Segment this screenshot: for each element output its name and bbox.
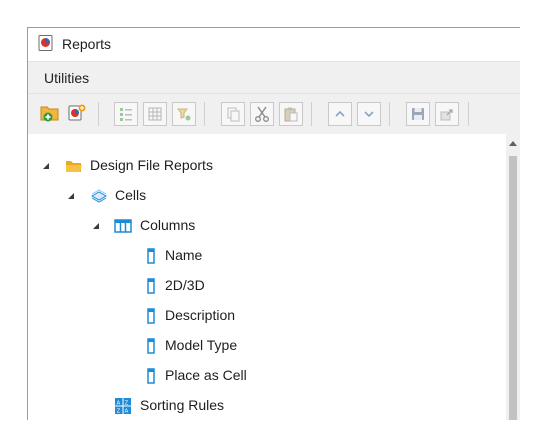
expanded-arrow-icon[interactable]	[41, 161, 51, 171]
new-report-button[interactable]	[65, 101, 89, 125]
tree-node-label: Sorting Rules	[140, 397, 225, 413]
column-icon	[147, 308, 155, 324]
move-up-button[interactable]	[328, 102, 352, 126]
menu-utilities[interactable]: Utilities	[44, 70, 89, 86]
chevron-up-icon	[335, 110, 345, 117]
tree-node-cells[interactable]: Cells	[28, 185, 506, 207]
export-button[interactable]	[435, 102, 459, 126]
toolbar-separator	[98, 102, 99, 126]
paste-button[interactable]	[279, 102, 303, 126]
tree-node-sorting-rules[interactable]: A Z Z A Sorting Rules	[28, 395, 506, 417]
tree-node-column-place-as-cell[interactable]: Place as Cell	[28, 365, 506, 387]
column-icon	[147, 278, 155, 294]
toolbar-separator	[468, 102, 469, 126]
tree-node-columns[interactable]: Columns	[28, 215, 506, 237]
scissors-icon	[255, 106, 269, 122]
tree-node-column-model-type[interactable]: Model Type	[28, 335, 506, 357]
tree-node-label: Cells	[115, 187, 147, 203]
scroll-up-arrow-icon[interactable]	[509, 140, 517, 146]
move-down-button[interactable]	[357, 102, 381, 126]
column-icon	[147, 368, 155, 384]
tree-node-label: 2D/3D	[165, 277, 205, 293]
tree-node-label: Place as Cell	[165, 367, 247, 383]
svg-text:A: A	[125, 409, 129, 415]
toolbar-separator	[204, 102, 205, 126]
tree-node-column-description[interactable]: Description	[28, 305, 506, 327]
svg-text:Z: Z	[125, 401, 129, 407]
paste-icon	[284, 107, 298, 122]
export-icon	[440, 109, 453, 121]
tree-node-label: Columns	[140, 217, 196, 233]
save-icon	[412, 108, 424, 120]
copy-button[interactable]	[221, 102, 245, 126]
sorting-rules-icon: A Z Z A	[115, 398, 131, 415]
tree-node-design-file-reports[interactable]: Design File Reports	[28, 155, 506, 177]
column-icon	[147, 248, 155, 264]
filter-icon	[177, 108, 191, 121]
filter-button[interactable]	[172, 102, 196, 126]
add-folder-button[interactable]	[38, 101, 62, 125]
list-view-button[interactable]	[114, 102, 138, 126]
report-tree: Design File Reports Cells Columns Name 2…	[28, 134, 506, 420]
svg-text:A: A	[117, 401, 121, 407]
tree-node-label: Name	[165, 247, 203, 263]
menu-bar: Utilities	[28, 61, 520, 94]
vertical-scrollbar[interactable]	[506, 134, 520, 420]
window-title: Reports	[62, 36, 112, 52]
save-button[interactable]	[406, 102, 430, 126]
toolbar-separator	[389, 102, 390, 126]
tree-node-label: Design File Reports	[90, 157, 213, 173]
grid-view-button[interactable]	[143, 102, 167, 126]
title-bar: Reports	[28, 28, 520, 61]
toolbar-separator	[311, 102, 312, 126]
scrollbar-thumb[interactable]	[509, 156, 517, 420]
columns-icon	[114, 219, 132, 233]
chevron-down-icon	[364, 111, 374, 118]
column-icon	[147, 338, 155, 354]
folder-add-icon	[40, 106, 59, 122]
folder-icon	[66, 161, 82, 172]
list-icon	[120, 108, 132, 121]
expanded-arrow-icon[interactable]	[66, 191, 76, 201]
tree-node-label: Description	[165, 307, 236, 323]
report-add-icon	[68, 104, 86, 121]
tree-node-label: Model Type	[165, 337, 238, 353]
svg-text:Z: Z	[117, 409, 121, 415]
tree-node-column-name[interactable]: Name	[28, 245, 506, 267]
grid-icon	[148, 107, 162, 121]
copy-icon	[227, 107, 240, 122]
cells-icon	[90, 189, 108, 203]
reports-app-icon	[38, 35, 53, 51]
expanded-arrow-icon[interactable]	[91, 221, 101, 231]
toolbar	[28, 93, 520, 134]
cut-button[interactable]	[250, 102, 274, 126]
tree-node-column-2d3d[interactable]: 2D/3D	[28, 275, 506, 297]
reports-window: Reports Utilities Design File Reports Ce…	[27, 27, 520, 420]
